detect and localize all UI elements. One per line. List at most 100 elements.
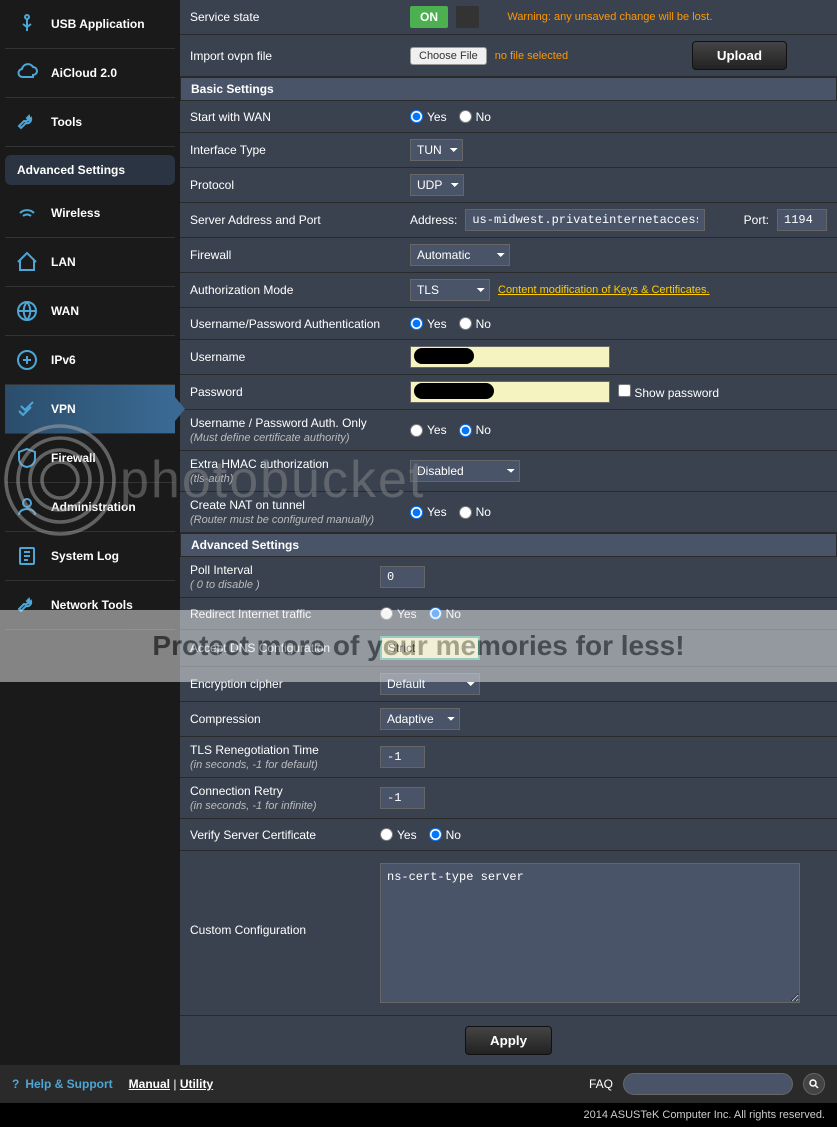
help-support-link[interactable]: Help & Support [25,1077,112,1091]
vpn-icon [13,395,41,423]
label-import: Import ovpn file [190,49,410,63]
row-custom-config: Custom Configuration ns-cert-type server [180,851,837,1016]
label-userpass-only: Username / Password Auth. Only(Must defi… [190,416,410,444]
row-server-address: Server Address and Port Address: Port: [180,203,837,238]
extra-hmac-select[interactable]: Disabled [410,460,520,482]
port-prefix: Port: [744,213,769,227]
start-wan-no[interactable]: No [459,110,491,124]
tools-icon [13,591,41,619]
manual-link[interactable]: Manual [129,1077,170,1091]
choose-file-button[interactable]: Choose File [410,47,487,65]
copyright-text: 2014 ASUSTeK Computer Inc. All rights re… [0,1103,837,1127]
start-wan-yes[interactable]: Yes [410,110,447,124]
usb-icon [13,10,41,38]
verify-yes[interactable]: Yes [380,828,417,842]
label-extra-hmac: Extra HMAC authorization(tls-auth) [190,457,410,485]
sidebar-item-usb[interactable]: USB Application [5,0,175,49]
conn-retry-input[interactable] [380,787,425,809]
search-icon [808,1078,820,1090]
userpass-only-yes[interactable]: Yes [410,423,447,437]
wrench-icon [13,108,41,136]
sidebar-item-vpn[interactable]: VPN [5,385,175,434]
sidebar-item-aicloud[interactable]: AiCloud 2.0 [5,49,175,98]
userpass-only-no[interactable]: No [459,423,491,437]
create-nat-yes[interactable]: Yes [410,505,447,519]
accept-dns-select[interactable]: Strict [380,636,480,660]
advanced-settings-header: Advanced Settings [5,155,175,185]
wifi-icon [13,199,41,227]
label-conn-retry: Connection Retry(in seconds, -1 for infi… [190,784,380,812]
user-icon [13,493,41,521]
sidebar-item-lan[interactable]: LAN [5,238,175,287]
warning-text: Warning: any unsaved change will be lost… [507,11,712,23]
label-create-nat: Create NAT on tunnel(Router must be conf… [190,498,410,526]
sidebar-label: VPN [51,402,76,416]
row-verify-server: Verify Server Certificate Yes No [180,819,837,851]
apply-button[interactable]: Apply [465,1026,552,1055]
sidebar-item-systemlog[interactable]: System Log [5,532,175,581]
row-auth-mode: Authorization Mode TLS Content modificat… [180,273,837,308]
sidebar-item-networktools[interactable]: Network Tools [5,581,175,630]
row-service-state: Service state ON Warning: any unsaved ch… [180,0,837,35]
service-state-toggle[interactable]: ON [410,6,448,28]
label-username: Username [190,350,410,364]
encryption-select[interactable]: Default [380,673,480,695]
sidebar-label: WAN [51,304,79,318]
row-username: Username [180,340,837,375]
label-auth-mode: Authorization Mode [190,283,410,297]
redirect-no[interactable]: No [429,607,461,621]
sidebar-label: IPv6 [51,353,76,367]
footer: ? Help & Support Manual | Utility FAQ [0,1065,837,1103]
cloud-icon [13,59,41,87]
label-server-address: Server Address and Port [190,213,410,227]
custom-config-textarea[interactable]: ns-cert-type server [380,863,800,1003]
firewall-select[interactable]: Automatic [410,244,510,266]
create-nat-no[interactable]: No [459,505,491,519]
sidebar-item-administration[interactable]: Administration [5,483,175,532]
search-button[interactable] [803,1073,825,1095]
tls-reneg-input[interactable] [380,746,425,768]
globe-icon [13,297,41,325]
userpass-no[interactable]: No [459,317,491,331]
auth-mode-link[interactable]: Content modification of Keys & Certifica… [498,284,710,296]
label-encryption: Encryption cipher [190,677,380,691]
label-service-state: Service state [190,10,410,24]
row-accept-dns: Accept DNS Configuration Strict [180,630,837,667]
sidebar-label: Wireless [51,206,100,220]
file-status-text: no file selected [495,50,568,62]
sidebar-label: Firewall [51,451,96,465]
main-content: Service state ON Warning: any unsaved ch… [180,0,837,1065]
userpass-yes[interactable]: Yes [410,317,447,331]
sidebar-item-tools[interactable]: Tools [5,98,175,147]
row-protocol: Protocol UDP [180,168,837,203]
row-start-wan: Start with WAN Yes No [180,101,837,133]
show-password-checkbox[interactable]: Show password [618,384,719,400]
auth-mode-select[interactable]: TLS [410,279,490,301]
toggle-off-side[interactable] [456,6,479,28]
address-input[interactable] [465,209,705,231]
poll-interval-input[interactable] [380,566,425,588]
sidebar-item-firewall[interactable]: Firewall [5,434,175,483]
sidebar-item-wan[interactable]: WAN [5,287,175,336]
verify-no[interactable]: No [429,828,461,842]
sidebar-item-ipv6[interactable]: IPv6 [5,336,175,385]
row-poll-interval: Poll Interval( 0 to disable ) [180,557,837,598]
label-start-wan: Start with WAN [190,110,410,124]
faq-search-input[interactable] [623,1073,793,1095]
sidebar-label: Network Tools [51,598,133,612]
label-redirect: Redirect Internet traffic [190,607,380,621]
help-icon: ? [12,1077,19,1091]
upload-button[interactable]: Upload [692,41,787,70]
label-verify-server: Verify Server Certificate [190,828,380,842]
row-import-ovpn: Import ovpn file Choose File no file sel… [180,35,837,77]
utility-link[interactable]: Utility [180,1077,213,1091]
advanced-settings-section-header: Advanced Settings [180,533,837,557]
redirect-yes[interactable]: Yes [380,607,417,621]
port-input[interactable] [777,209,827,231]
redacted-overlay [414,383,494,399]
protocol-select[interactable]: UDP [410,174,464,196]
sidebar-item-wireless[interactable]: Wireless [5,189,175,238]
row-apply: Apply [180,1016,837,1065]
compression-select[interactable]: Adaptive [380,708,460,730]
interface-type-select[interactable]: TUN [410,139,463,161]
